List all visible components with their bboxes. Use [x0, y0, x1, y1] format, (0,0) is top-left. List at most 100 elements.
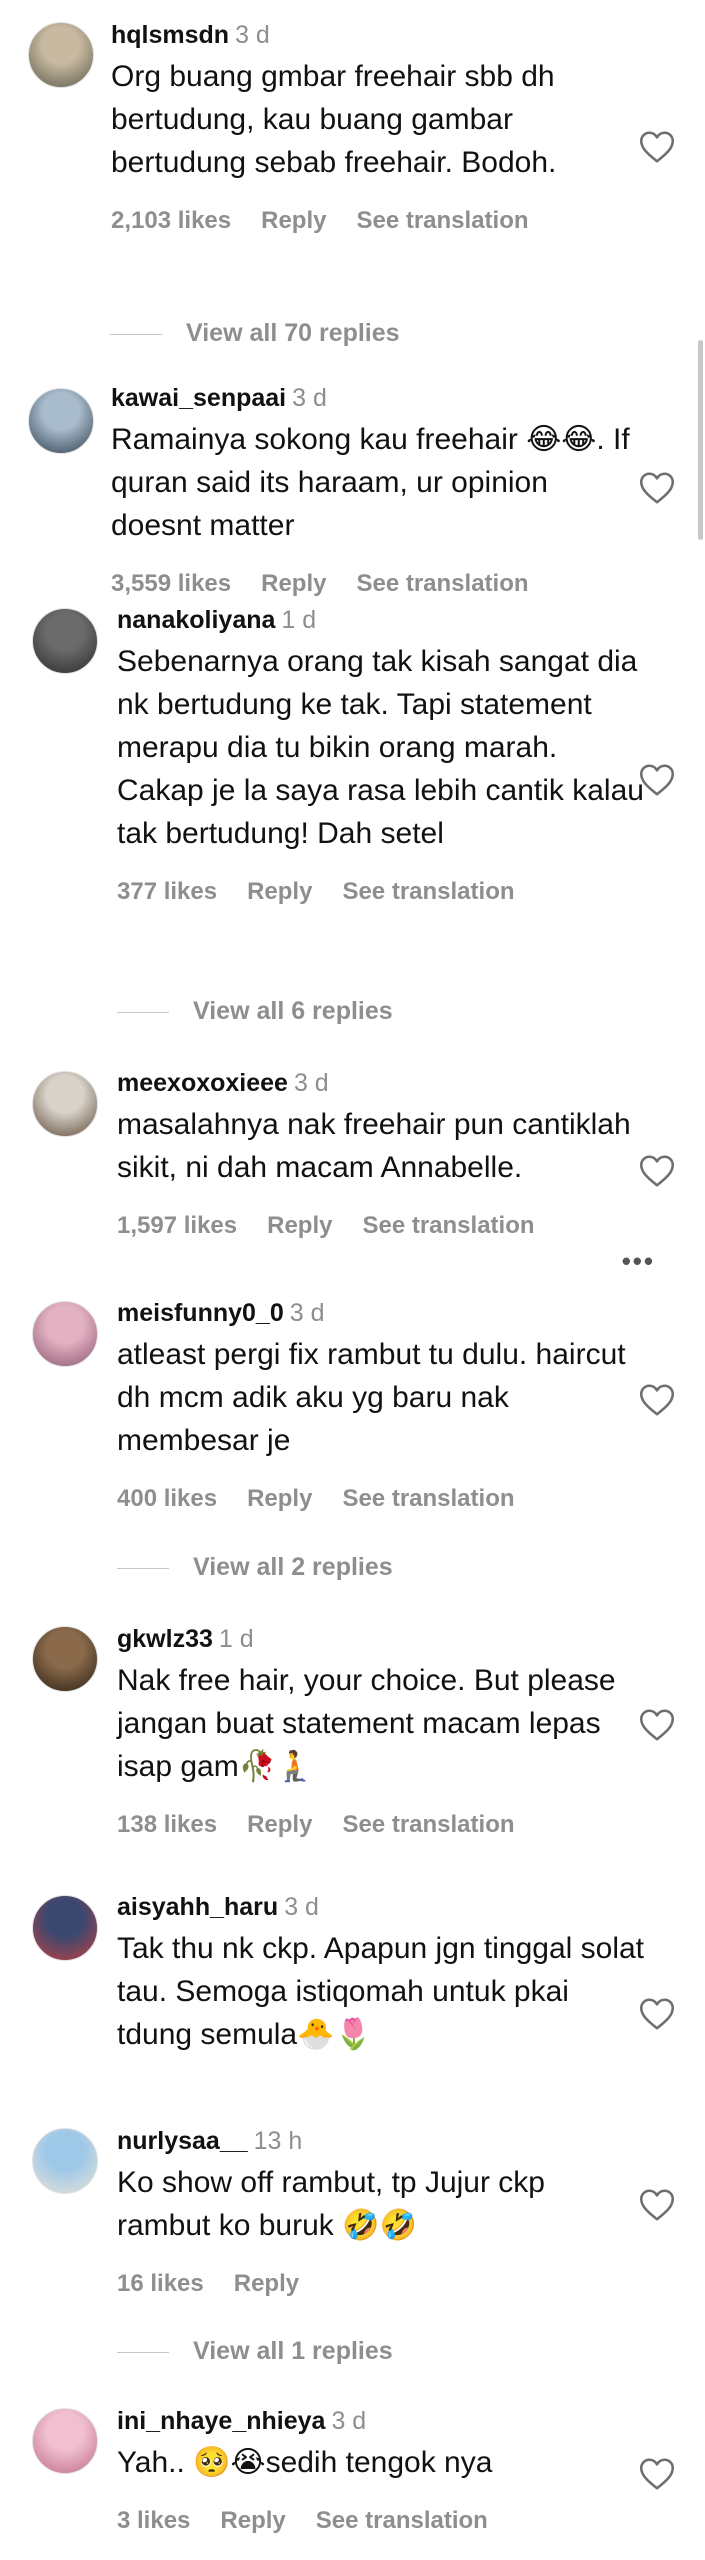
comment-text: Tak thu nk ckp. Apapun jgn tinggal solat…: [117, 1932, 645, 2051]
like-count[interactable]: 400 likes: [117, 1485, 217, 1512]
comment-body: meisfunny0_0 3 d atleast pergi fix rambut…: [117, 1298, 645, 1514]
username[interactable]: ini_nhaye_nhieya: [117, 2407, 325, 2435]
username[interactable]: gkwlz33: [117, 1625, 213, 1653]
comment-actions: 1,597 likes Reply See translation: [117, 1211, 645, 1241]
avatar[interactable]: [32, 2408, 98, 2474]
username[interactable]: meisfunny0_0: [117, 1299, 284, 1327]
comment-actions: 3 likes Reply See translation: [117, 2506, 645, 2536]
avatar[interactable]: [28, 22, 94, 88]
view-replies-label: View all 2 replies: [193, 1553, 393, 1581]
like-count[interactable]: 16 likes: [117, 2270, 204, 2297]
heart-outline-icon[interactable]: [639, 2457, 675, 2491]
heart-outline-icon[interactable]: [639, 763, 675, 797]
view-replies-label: View all 6 replies: [193, 997, 393, 1025]
reply-button[interactable]: Reply: [247, 1811, 312, 1838]
reply-button[interactable]: Reply: [261, 570, 326, 597]
avatar[interactable]: [28, 388, 94, 454]
comment-actions: 400 likes Reply See translation: [117, 1484, 645, 1514]
comment-meta: hqlsmsdn 3 d: [111, 20, 645, 50]
like-count[interactable]: 3,559 likes: [111, 570, 231, 597]
view-replies-button[interactable]: View all 2 replies: [117, 1550, 393, 1584]
comment-text: Ramainya sokong kau freehair 😂😂. If qura…: [111, 423, 630, 542]
timestamp: 3 d: [289, 1299, 325, 1327]
like-count[interactable]: 3 likes: [117, 2507, 190, 2534]
comment-text: atleast pergi fix rambut tu dulu. haircu…: [117, 1338, 626, 1457]
heart-outline-icon[interactable]: [639, 1383, 675, 1417]
heart-outline-icon[interactable]: [639, 1708, 675, 1742]
heart-outline-icon[interactable]: [639, 1997, 675, 2031]
view-replies-button[interactable]: View all 6 replies: [117, 994, 393, 1028]
avatar[interactable]: [32, 2128, 98, 2194]
username[interactable]: nanakoliyana: [117, 606, 275, 634]
heart-outline-icon[interactable]: [639, 1154, 675, 1188]
comment-text: Nak free hair, your choice. But please j…: [117, 1664, 616, 1783]
comment-body: hqlsmsdn 3 d Org buang gmbar freehair sbb…: [111, 20, 645, 236]
comment-meta: kawai_senpaai 3 d: [111, 383, 645, 413]
comment-text: Sebenarnya orang tak kisah sangat dia nk…: [117, 645, 644, 850]
username[interactable]: nurlysaa__: [117, 2127, 248, 2155]
comment-text: Org buang gmbar freehair sbb dh bertudun…: [111, 60, 557, 179]
timestamp: 3 d: [284, 1893, 319, 1921]
avatar[interactable]: [32, 608, 98, 674]
reply-button[interactable]: Reply: [220, 2507, 285, 2534]
comment-actions: 377 likes Reply See translation: [117, 877, 645, 907]
comment-actions: 2,103 likes Reply See translation: [111, 206, 645, 236]
comment-meta: ini_nhaye_nhieya 3 d: [117, 2406, 645, 2436]
avatar[interactable]: [32, 1626, 98, 1692]
like-count[interactable]: 1,597 likes: [117, 1212, 237, 1239]
divider: [117, 1011, 169, 1013]
comment-actions: 138 likes Reply See translation: [117, 1810, 645, 1840]
see-translation-button[interactable]: See translation: [342, 1811, 514, 1838]
username[interactable]: aisyahh_haru: [117, 1893, 278, 1921]
reply-button[interactable]: Reply: [247, 1485, 312, 1512]
view-replies-button[interactable]: View all 1 replies: [117, 2334, 393, 2368]
like-count[interactable]: 2,103 likes: [111, 207, 231, 234]
timestamp: 1 d: [218, 1625, 254, 1653]
scrollbar[interactable]: [698, 340, 703, 540]
reply-button[interactable]: Reply: [267, 1212, 332, 1239]
more-options-button[interactable]: •••: [622, 1246, 655, 1277]
comment-list: hqlsmsdn 3 d Org buang gmbar freehair sbb…: [0, 0, 705, 2560]
see-translation-button[interactable]: See translation: [316, 2507, 488, 2534]
avatar[interactable]: [32, 1301, 98, 1367]
see-translation-button[interactable]: See translation: [362, 1212, 534, 1239]
comment-meta: meexoxoxieee 3 d: [117, 1068, 645, 1098]
view-replies-button[interactable]: View all 70 replies: [110, 316, 400, 350]
see-translation-button[interactable]: See translation: [356, 570, 528, 597]
see-translation-button[interactable]: See translation: [342, 878, 514, 905]
comment-actions: 16 likes Reply: [117, 2269, 645, 2299]
comment-meta: meisfunny0_0 3 d: [117, 1298, 645, 1328]
comment-meta: nanakoliyana 1 d: [117, 605, 645, 635]
comment-body: meexoxoxieee 3 d masalahnya nak freehair …: [117, 1068, 645, 1241]
heart-outline-icon[interactable]: [639, 471, 675, 505]
username[interactable]: kawai_senpaai: [111, 384, 286, 412]
comment-meta: nurlysaa__ 13 h: [117, 2126, 645, 2156]
reply-button[interactable]: Reply: [247, 878, 312, 905]
like-count[interactable]: 377 likes: [117, 878, 217, 905]
like-count[interactable]: 138 likes: [117, 1811, 217, 1838]
timestamp: 3 d: [293, 1069, 329, 1097]
heart-outline-icon[interactable]: [639, 130, 675, 164]
comment-text: Ko show off rambut, tp Jujur ckp rambut …: [117, 2166, 545, 2242]
username[interactable]: meexoxoxieee: [117, 1069, 288, 1097]
username[interactable]: hqlsmsdn: [111, 21, 229, 49]
avatar[interactable]: [32, 1895, 98, 1961]
comment-meta: gkwlz33 1 d: [117, 1624, 645, 1654]
timestamp: 3 d: [235, 21, 270, 49]
comment-body: nanakoliyana 1 d Sebenarnya orang tak kis…: [117, 605, 645, 907]
timestamp: 1 d: [281, 606, 317, 634]
heart-outline-icon[interactable]: [639, 2188, 675, 2222]
avatar[interactable]: [32, 1071, 98, 1137]
see-translation-button[interactable]: See translation: [342, 1485, 514, 1512]
reply-button[interactable]: Reply: [234, 2270, 299, 2297]
comment-body: kawai_senpaai 3 d Ramainya sokong kau fre…: [111, 383, 645, 599]
comment-meta: aisyahh_haru 3 d: [117, 1892, 645, 1922]
reply-button[interactable]: Reply: [261, 207, 326, 234]
comment-body: nurlysaa__ 13 h Ko show off rambut, tp Ju…: [117, 2126, 645, 2299]
timestamp: 13 h: [253, 2127, 303, 2155]
comment-body: aisyahh_haru 3 d Tak thu nk ckp. Apapun j…: [117, 1892, 645, 2056]
comment-actions: 3,559 likes Reply See translation: [111, 569, 645, 599]
see-translation-button[interactable]: See translation: [356, 207, 528, 234]
comment-body: gkwlz33 1 d Nak free hair, your choice. B…: [117, 1624, 645, 1840]
comment-text: masalahnya nak freehair pun cantiklah si…: [117, 1108, 631, 1184]
